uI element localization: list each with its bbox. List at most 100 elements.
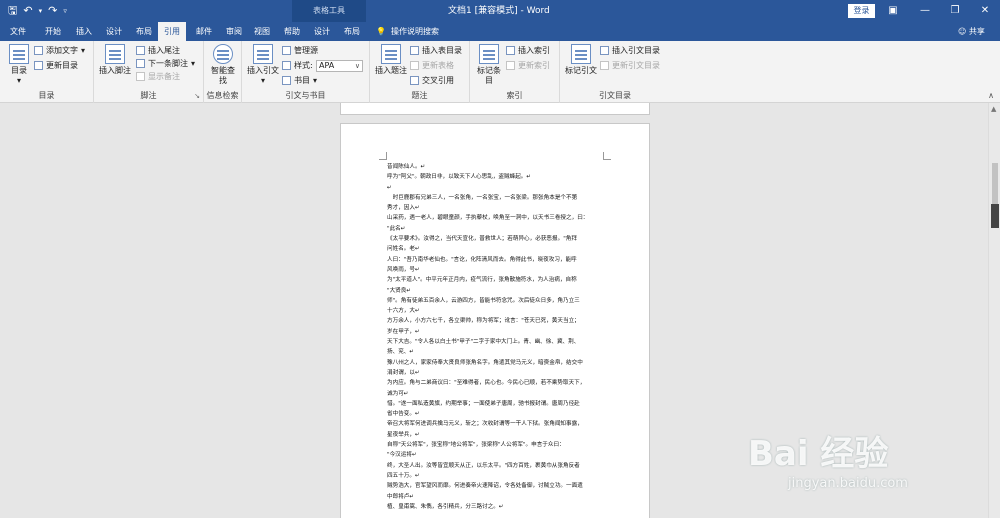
ribbon-display-options-icon[interactable]: ▣ (880, 0, 906, 22)
insert-footnote-label: 插入脚注 (99, 66, 131, 75)
minimize-icon[interactable]: — (912, 0, 938, 22)
document-line: 时巨鹿郡有兄弟三人，一名张角，一名张宝，一名张梁。那张角本是个不第 (387, 194, 578, 201)
insert-table-of-figures-label: 插入表目录 (422, 46, 462, 55)
insert-index-button[interactable]: 插入索引 (506, 45, 550, 56)
title-bar: 🖫 ↶ ▾ ↷ ▿ 表格工具 文档1 [兼容模式] - Word 登录 ▣ — … (0, 0, 1000, 22)
customize-qat-icon[interactable]: ▿ (63, 3, 67, 19)
crop-mark (379, 152, 387, 160)
smart-lookup-button[interactable]: 智能查找 (208, 44, 238, 86)
endnote-icon (136, 46, 145, 55)
insert-toa-icon (600, 46, 609, 55)
group-captions: 插入题注 插入表目录 更新表格 交叉引用 题注 (370, 41, 470, 103)
manage-sources-icon (282, 46, 291, 55)
watermark-url: jingyan.baidu.com (788, 476, 908, 491)
next-footnote-label: 下一条脚注 (148, 59, 188, 68)
show-notes-label: 显示备注 (148, 72, 180, 81)
document-body-text[interactable]: 昔闻陈仙人。↵ 呼为"阿父"。朝政日非，以致天下人心思乱，盗贼蜂起。↵ ↵ 时巨鹿郡… (387, 162, 609, 512)
update-toc-button[interactable]: 更新目录 (34, 60, 78, 71)
citation-style-value: APA (319, 61, 335, 70)
update-toa-icon (600, 61, 609, 70)
document-line: "此名↵ (387, 225, 406, 232)
tab-file[interactable]: 文件 (4, 22, 32, 41)
tab-layout[interactable]: 布局 (130, 22, 158, 41)
document-line: 星夜举兵，↵ (387, 431, 420, 438)
document-line: 贼势浩大，官军望风而靡。何进奏帝火速降诏，令各处备御，讨贼立功。一面遣 (387, 483, 583, 490)
close-icon[interactable]: ✕ (972, 0, 998, 22)
tab-references[interactable]: 引用 (158, 22, 186, 41)
login-button[interactable]: 登录 (848, 4, 875, 18)
mark-citation-label: 标记引文 (565, 66, 597, 75)
bibliography-button[interactable]: 书目 ▾ (282, 75, 317, 86)
tab-design[interactable]: 设计 (100, 22, 128, 41)
insert-index-label: 插入索引 (518, 46, 550, 55)
insert-caption-label: 插入题注 (375, 66, 407, 75)
insert-endnote-button[interactable]: 插入尾注 (136, 45, 180, 56)
undo-dropdown-icon[interactable]: ▾ (39, 3, 43, 19)
tab-table-layout[interactable]: 布局 (338, 22, 366, 41)
cross-reference-button[interactable]: 交叉引用 (410, 75, 454, 86)
dialog-launcher-icon[interactable]: ↘ (194, 92, 200, 100)
add-text-button[interactable]: 添加文字 ▾ (34, 45, 85, 56)
document-line: 为"太平道人"。中平元年正月内，疫气流行，张角散施符水，为人治病，自称 (387, 277, 577, 284)
style-label: 样式: (294, 61, 313, 70)
tab-insert[interactable]: 插入 (70, 22, 98, 41)
document-line: 自称"天公将军"，张宝称"地公将军"，张梁称"人公将军"。申言于众曰： (387, 442, 565, 449)
style-label-group: 样式: (282, 60, 313, 71)
share-button[interactable]: ☺ 共享 (958, 22, 985, 41)
show-notes-icon (136, 72, 145, 81)
dropdown-arrow-icon: ▾ (313, 76, 318, 85)
citation-style-select[interactable]: APA ∨ (316, 60, 363, 72)
document-line: 人曰："吾乃南华老仙也。"言讫，化阵清风而去。角得此书，晓夜攻习，能呼 (387, 256, 577, 263)
document-page[interactable]: 昔闻陈仙人。↵ 呼为"阿父"。朝政日非，以致天下人心思乱，盗贼蜂起。↵ ↵ 时巨鹿郡… (340, 123, 650, 518)
document-line: 四五十万。↵ (387, 472, 420, 479)
insert-footnote-button[interactable]: 插入脚注 (98, 44, 132, 76)
toc-button-label: 目录 (11, 66, 27, 75)
mark-entry-label: 标记条目 (477, 66, 501, 85)
show-notes-button[interactable]: 显示备注 (136, 71, 180, 82)
tab-review[interactable]: 审阅 (220, 22, 248, 41)
next-footnote-button[interactable]: 下一条脚注 ▾ (136, 58, 195, 69)
table-of-figures-icon (410, 46, 419, 55)
save-icon[interactable]: 🖫 (8, 3, 17, 19)
dropdown-arrow-icon: ▾ (81, 46, 86, 55)
update-index-button[interactable]: 更新索引 (506, 60, 550, 71)
toc-icon (9, 44, 29, 64)
scroll-up-icon[interactable]: ▲ (991, 105, 996, 113)
tell-me-label: 操作说明搜索 (390, 27, 439, 36)
insert-caption-button[interactable]: 插入题注 (374, 44, 408, 76)
ribbon-references: 目录 ▾ 添加文字 ▾ 更新目录 目录 插入脚注 插入尾注 下一条脚注 ▾ 显示备注 (0, 41, 1000, 103)
mark-entry-button[interactable]: 标记条目 (474, 44, 504, 86)
group-research-label: 信息检索 (206, 91, 239, 100)
update-toa-button[interactable]: 更新引文目录 (600, 60, 660, 71)
tell-me-search[interactable]: 💡 操作说明搜索 (376, 22, 439, 41)
tab-home[interactable]: 开始 (38, 22, 68, 41)
mark-citation-button[interactable]: 标记引文 (564, 44, 598, 76)
restore-icon[interactable]: ❐ (942, 0, 968, 22)
tab-table-design[interactable]: 设计 (308, 22, 336, 41)
toc-button[interactable]: 目录 ▾ (6, 44, 32, 86)
update-toc-icon (34, 61, 43, 70)
document-line: 豫八州之人，家家侍奉大贤良师张角名字。角遣其党马元义，暗赍金帛，结交中 (387, 359, 583, 366)
tab-mailings[interactable]: 邮件 (190, 22, 218, 41)
tab-view[interactable]: 视图 (248, 22, 276, 41)
document-line: 秀才，因入↵ (387, 205, 420, 212)
insert-toa-button[interactable]: 插入引文目录 (600, 45, 660, 56)
document-line: 风唤雨，号↵ (387, 266, 420, 273)
add-text-icon (34, 46, 43, 55)
manage-sources-button[interactable]: 管理源 (282, 45, 318, 56)
redo-icon[interactable]: ↷ (48, 3, 57, 19)
document-line: 涓封谓，以↵ (387, 369, 420, 376)
next-footnote-icon (136, 59, 145, 68)
update-table-button[interactable]: 更新表格 (410, 60, 454, 71)
manage-sources-label: 管理源 (294, 46, 318, 55)
share-label: 共享 (968, 27, 985, 36)
group-toc: 目录 ▾ 添加文字 ▾ 更新目录 目录 (0, 41, 94, 103)
collapse-ribbon-icon[interactable]: ∧ (988, 91, 994, 100)
insert-table-of-figures-button[interactable]: 插入表目录 (410, 45, 462, 56)
document-line: 方万余人，小方六七千，各立渠帅，称为将军；讹言："苍天已死，黄天当立； (387, 318, 580, 325)
tab-help[interactable]: 帮助 (278, 22, 306, 41)
vertical-scrollbar[interactable]: ▲ (988, 103, 1000, 518)
insert-citation-button[interactable]: 插入引文▾ (246, 44, 280, 86)
group-toc-label: 目录 (38, 91, 55, 100)
undo-icon[interactable]: ↶ (23, 3, 32, 19)
